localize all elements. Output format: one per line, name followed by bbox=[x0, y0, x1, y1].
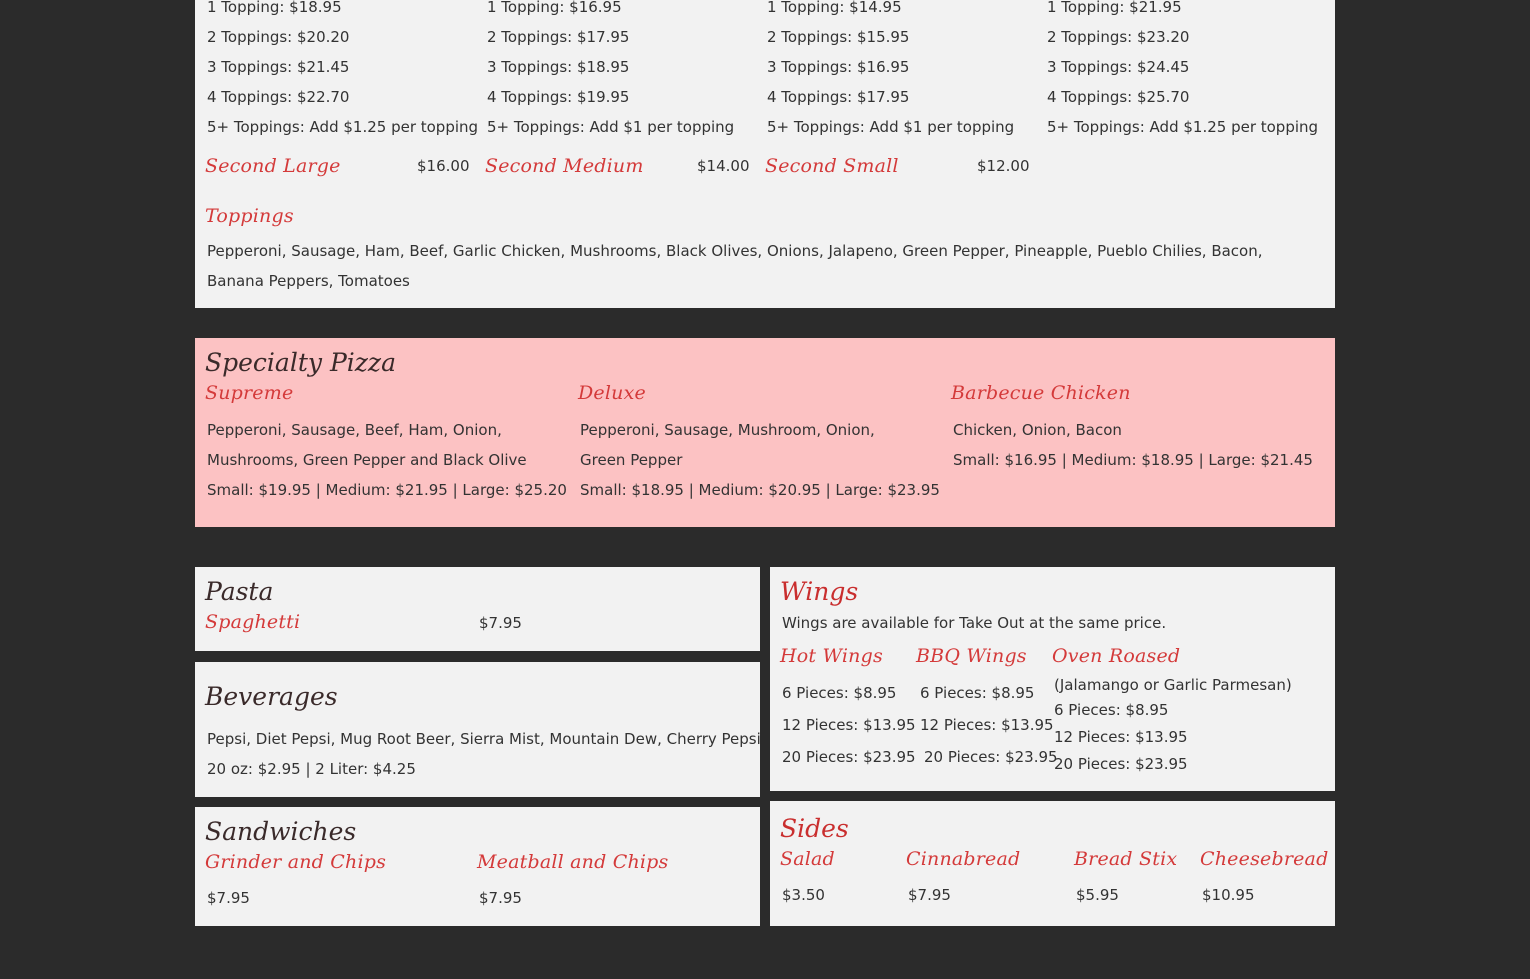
hot-wings-6: 6 Pieces: $8.95 bbox=[782, 684, 897, 702]
second-medium-price: $14.00 bbox=[697, 157, 750, 175]
bbq-wings-20: 20 Pieces: $23.95 bbox=[924, 748, 1058, 766]
price-line: 5+ Toppings: Add $1 per topping bbox=[767, 118, 1015, 136]
second-large-name: Second Large bbox=[205, 155, 341, 177]
cheesebread-price: $10.95 bbox=[1202, 886, 1255, 904]
price-line: 2 Toppings: $23.20 bbox=[1047, 28, 1190, 46]
cinnabread-name: Cinnabread bbox=[906, 848, 1021, 870]
supreme-name: Supreme bbox=[205, 382, 294, 404]
bbq-wings-name: BBQ Wings bbox=[916, 645, 1027, 667]
second-large-price: $16.00 bbox=[417, 157, 470, 175]
salad-price: $3.50 bbox=[782, 886, 825, 904]
pasta-title: Pasta bbox=[205, 577, 274, 606]
hot-wings-20: 20 Pieces: $23.95 bbox=[782, 748, 916, 766]
pizza-prices-panel: 1 Topping: $18.95 2 Toppings: $20.20 3 T… bbox=[195, 0, 1335, 308]
bbq-wings-12: 12 Pieces: $13.95 bbox=[920, 716, 1054, 734]
price-line: 4 Toppings: $17.95 bbox=[767, 88, 910, 106]
specialty-pizza-panel: Specialty Pizza Supreme Pepperoni, Sausa… bbox=[195, 338, 1335, 527]
price-line: 4 Toppings: $19.95 bbox=[487, 88, 630, 106]
price-line: 2 Toppings: $20.20 bbox=[207, 28, 350, 46]
price-line: 2 Toppings: $17.95 bbox=[487, 28, 630, 46]
specialty-title: Specialty Pizza bbox=[205, 348, 397, 377]
price-line: 3 Toppings: $18.95 bbox=[487, 58, 630, 76]
beverages-prices: 20 oz: $2.95 | 2 Liter: $4.25 bbox=[207, 760, 416, 778]
price-line: 2 Toppings: $15.95 bbox=[767, 28, 910, 46]
deluxe-name: Deluxe bbox=[578, 382, 646, 404]
oven-roasted-flavors: (Jalamango or Garlic Parmesan) bbox=[1054, 676, 1292, 694]
bread-stix-price: $5.95 bbox=[1076, 886, 1119, 904]
price-line: 5+ Toppings: Add $1.25 per topping bbox=[207, 118, 479, 136]
bbq-chicken-prices: Small: $16.95 | Medium: $18.95 | Large: … bbox=[953, 451, 1313, 469]
price-line: 3 Toppings: $16.95 bbox=[767, 58, 910, 76]
bbq-chicken-desc: Chicken, Onion, Bacon bbox=[953, 421, 1122, 439]
beverages-title: Beverages bbox=[205, 682, 338, 711]
sandwiches-panel: Sandwiches Grinder and Chips $7.95 Meatb… bbox=[195, 807, 760, 926]
price-line: 5+ Toppings: Add $1 per topping bbox=[487, 118, 735, 136]
price-line: 1 Topping: $14.95 bbox=[767, 0, 902, 16]
second-small-name: Second Small bbox=[765, 155, 899, 177]
oven-roasted-20: 20 Pieces: $23.95 bbox=[1054, 755, 1188, 773]
oven-roasted-6: 6 Pieces: $8.95 bbox=[1054, 701, 1169, 719]
bread-stix-name: Bread Stix bbox=[1074, 848, 1178, 870]
toppings-title: Toppings bbox=[205, 205, 294, 227]
cinnabread-price: $7.95 bbox=[908, 886, 951, 904]
supreme-prices: Small: $19.95 | Medium: $21.95 | Large: … bbox=[207, 481, 567, 499]
deluxe-prices: Small: $18.95 | Medium: $20.95 | Large: … bbox=[580, 481, 940, 499]
bbq-wings-6: 6 Pieces: $8.95 bbox=[920, 684, 1035, 702]
beverages-panel: Beverages Pepsi, Diet Pepsi, Mug Root Be… bbox=[195, 662, 761, 797]
grinder-name: Grinder and Chips bbox=[205, 851, 387, 873]
price-line: 1 Topping: $18.95 bbox=[207, 0, 342, 16]
price-line: 1 Topping: $16.95 bbox=[487, 0, 622, 16]
meatball-name: Meatball and Chips bbox=[477, 851, 669, 873]
price-line: 3 Toppings: $21.45 bbox=[207, 58, 350, 76]
grinder-price: $7.95 bbox=[207, 889, 250, 907]
second-small-price: $12.00 bbox=[977, 157, 1030, 175]
wings-note: Wings are available for Take Out at the … bbox=[782, 614, 1167, 632]
price-line: 4 Toppings: $22.70 bbox=[207, 88, 350, 106]
beverages-list: Pepsi, Diet Pepsi, Mug Root Beer, Sierra… bbox=[207, 730, 761, 748]
price-line: 3 Toppings: $24.45 bbox=[1047, 58, 1190, 76]
sandwiches-title: Sandwiches bbox=[205, 817, 357, 846]
pasta-panel: Pasta Spaghetti $7.95 bbox=[195, 567, 760, 651]
salad-name: Salad bbox=[780, 848, 835, 870]
second-medium-name: Second Medium bbox=[485, 155, 644, 177]
sides-panel: Sides Salad $3.50 Cinnabread $7.95 Bread… bbox=[770, 801, 1335, 926]
oven-roasted-name: Oven Roased bbox=[1052, 645, 1181, 667]
spaghetti-name: Spaghetti bbox=[205, 611, 301, 633]
supreme-desc: Pepperoni, Sausage, Beef, Ham, Onion, Mu… bbox=[207, 421, 527, 469]
meatball-price: $7.95 bbox=[479, 889, 522, 907]
bbq-chicken-name: Barbecue Chicken bbox=[951, 382, 1131, 404]
price-line: 4 Toppings: $25.70 bbox=[1047, 88, 1190, 106]
cheesebread-name: Cheesebread bbox=[1200, 848, 1329, 870]
price-line: 5+ Toppings: Add $1.25 per topping bbox=[1047, 118, 1319, 136]
oven-roasted-12: 12 Pieces: $13.95 bbox=[1054, 728, 1188, 746]
toppings-list: Pepperoni, Sausage, Ham, Beef, Garlic Ch… bbox=[207, 242, 1263, 290]
wings-panel: Wings Wings are available for Take Out a… bbox=[770, 567, 1335, 791]
hot-wings-name: Hot Wings bbox=[780, 645, 883, 667]
price-line: 1 Topping: $21.95 bbox=[1047, 0, 1182, 16]
hot-wings-12: 12 Pieces: $13.95 bbox=[782, 716, 916, 734]
spaghetti-price: $7.95 bbox=[479, 614, 522, 632]
deluxe-desc: Pepperoni, Sausage, Mushroom, Onion, Gre… bbox=[580, 421, 875, 469]
sides-title: Sides bbox=[780, 814, 849, 843]
wings-title: Wings bbox=[780, 577, 859, 606]
